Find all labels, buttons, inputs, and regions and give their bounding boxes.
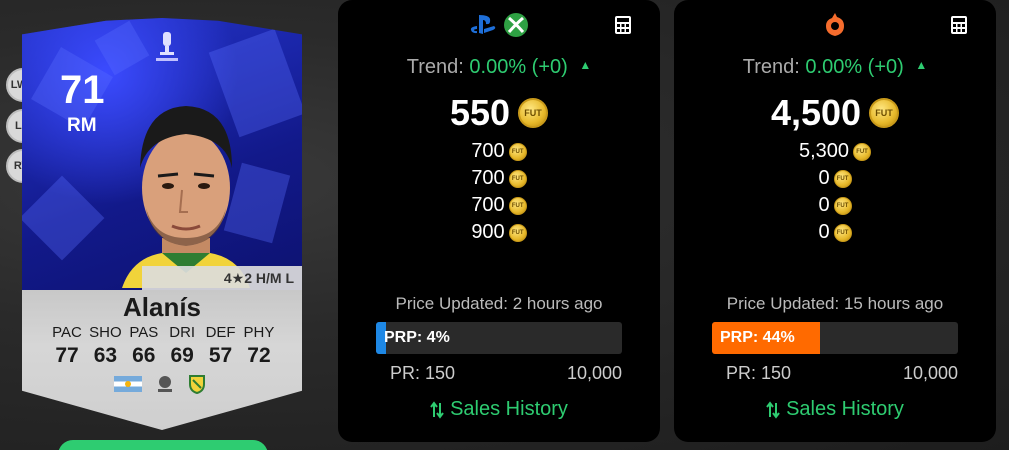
alt-price-row: 0 FUT [674,192,996,219]
xbox-icon [504,13,528,37]
coin-icon: FUT [833,169,852,188]
coin-icon: FUT [853,142,872,161]
stat-labels: PAC SHO PAS DRI DEF PHY [48,324,278,341]
main-price: 550 FUT [338,92,660,134]
skills-weakfoot-workrates: 4★2 H/M L [142,266,302,290]
main-price: 4,500 FUT [674,92,996,134]
calculator-icon[interactable] [614,15,632,35]
stat-label-def: DEF [205,324,236,341]
alt-price-row: 0 FUT [674,165,996,192]
stat-value-sho: 63 [93,344,118,367]
calculator-icon[interactable] [950,15,968,35]
price-range: PR: 150 10,000 [390,363,622,384]
price-panel-pc: Trend: 0.00% (+0) ▲ 4,500 FUT 5,300 FUT 0… [674,0,996,442]
stat-label-pas: PAS [129,324,159,341]
price-value: 550 [449,92,511,133]
alt-price-row: 700 FUT [338,165,660,192]
nation-flag-icon [114,376,142,392]
player-rating: 71 [60,68,105,112]
sales-history-link[interactable]: Sales History [338,398,660,421]
player-portrait [122,106,250,288]
price-range-max: 10,000 [566,363,622,383]
playstation-icon [470,15,496,34]
stat-value-phy: 72 [247,344,271,367]
trend-row: Trend: 0.00% (+0) ▲ [674,56,996,79]
price-range-min: PR: 150 [726,363,792,383]
prp-progress-bar: PRP: 44% [712,322,958,354]
coin-icon: FUT [508,169,527,188]
stat-value-def: 57 [208,344,233,367]
trend-value: 0.00% (+0) [805,56,904,78]
coin-icon: FUT [508,196,527,215]
coin-icon: FUT [508,223,527,242]
stat-label-dri: DRI [169,324,196,341]
player-position: RM [67,115,97,136]
stat-values: 77 63 66 69 57 72 [48,344,278,368]
stat-value-dri: 69 [170,344,194,367]
price-range: PR: 150 10,000 [726,363,958,384]
alt-price: 0 [818,221,830,243]
price-value: 4,500 [770,92,862,133]
league-badge-icon [158,376,172,392]
price-panel-console: Trend: 0.00% (+0) ▲ 550 FUT 700 FUT 700 FU… [338,0,660,442]
trend-label: Trend: [742,56,800,78]
alt-price: 0 [818,167,830,189]
price-updated-text: Price Updated: 2 hours ago [395,294,603,313]
sales-history-link[interactable]: Sales History [674,398,996,421]
alt-price-row: 0 FUT [674,219,996,246]
platform-icons [338,12,660,38]
sort-arrows-icon [430,400,444,419]
alt-price: 900 [471,221,505,243]
stat-value-pac: 77 [55,344,79,367]
alt-price-row: 700 FUT [338,138,660,165]
club-badge-icon [189,375,205,394]
coin-icon: FUT [833,196,852,215]
alt-price: 700 [471,167,505,189]
green-action-button[interactable] [58,440,268,450]
price-updated-text: Price Updated: 15 hours ago [726,294,944,313]
competition-logo-icon [156,32,178,61]
alt-prices-list: 700 FUT 700 FUT 700 FUT 900 FUT [338,138,660,246]
stat-label-phy: PHY [243,324,275,341]
coin-icon: FUT [833,223,852,242]
alt-price: 5,300 [798,140,850,162]
player-card: 71 RM 4★2 H/M L Alanís PAC SHO PAS DRI D… [22,18,302,430]
trend-label: Trend: [406,56,464,78]
stat-label-pac: PAC [52,324,82,341]
player-name: Alanís [122,292,202,322]
alt-prices-list: 5,300 FUT 0 FUT 0 FUT 0 FUT [674,138,996,246]
coin-icon: FUT [869,98,900,128]
sales-history-label: Sales History [786,398,904,420]
platform-icons [674,12,996,38]
prp-label: PRP: 44% [720,329,795,346]
sort-arrows-icon [766,400,780,419]
player-badges [114,374,206,394]
alt-price: 700 [471,194,505,216]
trend-up-icon: ▲ [579,58,592,72]
alt-price-row: 5,300 FUT [674,138,996,165]
price-range-min: PR: 150 [390,363,456,383]
prp-label: PRP: 4% [384,329,450,346]
trend-row: Trend: 0.00% (+0) ▲ [338,56,660,79]
sales-history-label: Sales History [450,398,568,420]
coin-icon: FUT [518,98,549,128]
alt-price-row: 900 FUT [338,219,660,246]
alt-price-row: 700 FUT [338,192,660,219]
prp-progress-bar: PRP: 4% [376,322,622,354]
trend-value: 0.00% (+0) [469,56,568,78]
origin-icon [826,13,844,36]
stat-label-sho: SHO [89,324,122,341]
alt-price: 700 [471,140,505,162]
alt-price: 0 [818,194,830,216]
coin-icon: FUT [508,142,527,161]
trend-up-icon: ▲ [915,58,928,72]
stat-value-pas: 66 [132,344,156,367]
price-range-max: 10,000 [902,363,958,383]
